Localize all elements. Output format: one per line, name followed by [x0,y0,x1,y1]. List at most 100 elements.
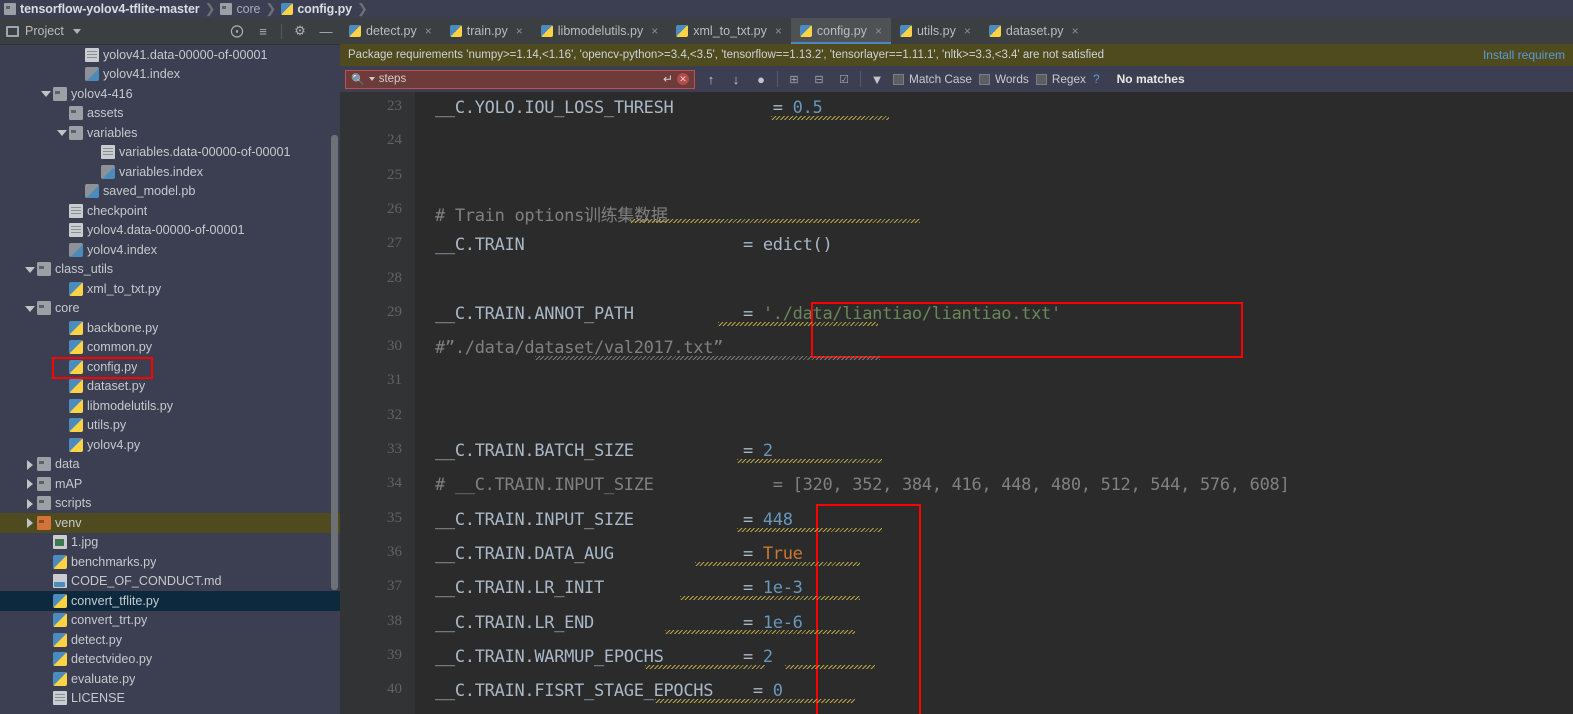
chevron-right-icon[interactable] [24,459,35,470]
tree-item-label: yolov4-416 [71,86,133,101]
code-line[interactable]: __C.TRAIN.DATA_AUG = True [435,544,803,564]
chevron-down-icon[interactable] [24,264,35,275]
project-panel-title-group[interactable]: Project [6,24,81,38]
tree-item-scripts[interactable]: scripts [0,494,340,514]
code-line[interactable]: __C.TRAIN.BATCH_SIZE = 2 [435,441,773,461]
chevron-right-icon[interactable] [24,498,35,509]
select-lines-icon[interactable]: ☑ [835,73,853,86]
project-tree-scrollbar[interactable] [331,135,338,590]
tree-item-dataset-py[interactable]: dataset.py [0,377,340,397]
enter-icon[interactable]: ↵ [663,72,673,86]
tree-item-mAP[interactable]: mAP [0,474,340,494]
code-line[interactable]: __C.TRAIN.ANNOT_PATH = './data/liantiao/… [435,304,1061,324]
close-icon[interactable]: × [775,24,782,38]
editor-tab-libmodelutils-py[interactable]: libmodelutils.py × [532,18,667,44]
tree-item-backbone-py[interactable]: backbone.py [0,318,340,338]
tree-item-detectvideo-py[interactable]: detectvideo.py [0,650,340,670]
chevron-down-icon[interactable] [72,28,81,34]
install-requirements-link[interactable]: Install requirem [1483,48,1565,62]
tree-item-utils-py[interactable]: utils.py [0,416,340,436]
tree-item-variables-data-00000-of-00001[interactable]: variables.data-00000-of-00001 [0,143,340,163]
editor-tab-xml_to_txt-py[interactable]: xml_to_txt.py × [667,18,791,44]
tree-item-yolov4-index[interactable]: yolov4.index [0,240,340,260]
tree-item-1-jpg[interactable]: 1.jpg [0,533,340,553]
tree-item-benchmarks-py[interactable]: benchmarks.py [0,552,340,572]
filter-icon[interactable]: ▼ [868,72,886,87]
code-line[interactable]: # __C.TRAIN.INPUT_SIZE = [320, 352, 384,… [435,475,1290,495]
code-editor[interactable]: 23 24 25 26 27 28 29 30 31 32 33 34 35 36 37 38 39 40 __C… [340,92,1573,714]
editor-tab-train-py[interactable]: train.py × [441,18,532,44]
tree-item-libmodelutils-py[interactable]: libmodelutils.py [0,396,340,416]
code-line[interactable]: __C.TRAIN.WARMUP_EPOCHS = 2 [435,647,773,667]
tree-item-convert_trt-py[interactable]: convert_trt.py [0,611,340,631]
expand-icon[interactable]: ≡ [255,23,271,39]
regex-checkbox[interactable]: Regex [1035,72,1086,86]
close-icon[interactable]: × [425,24,432,38]
tree-item-detect-py[interactable]: detect.py [0,630,340,650]
editor-tab-utils-py[interactable]: utils.py × [891,18,980,44]
tree-item-evaluate-py[interactable]: evaluate.py [0,669,340,689]
chevron-right-icon[interactable] [24,517,35,529]
tree-item-common-py[interactable]: common.py [0,338,340,358]
minimize-icon[interactable]: — [318,23,334,39]
collapse-icon[interactable]: ⨀ [229,23,245,39]
tree-item-CODE_OF_CONDUCT-md[interactable]: CODE_OF_CONDUCT.md [0,572,340,592]
chevron-down-icon[interactable] [24,303,35,314]
python-icon [69,418,83,433]
close-icon[interactable]: × [651,24,658,38]
tree-item-config-py[interactable]: config.py [0,357,340,377]
editor-tab-detect-py[interactable]: detect.py × [340,18,441,44]
tree-item-convert_tflite-py[interactable]: convert_tflite.py [0,591,340,611]
close-icon[interactable]: × [964,24,971,38]
close-icon[interactable]: × [875,24,882,38]
close-icon[interactable]: ✕ [677,73,689,85]
editor-tab-dataset-py[interactable]: dataset.py × [980,18,1088,44]
remove-line-icon[interactable]: ⊟ [810,73,828,86]
tree-item-checkpoint[interactable]: checkpoint [0,201,340,221]
tree-item-data[interactable]: data [0,455,340,475]
tree-item-variables[interactable]: variables [0,123,340,143]
tree-item-label: convert_tflite.py [71,593,160,608]
code-line[interactable]: __C.TRAIN = edict() [435,235,833,255]
select-all-occurrences-icon[interactable]: ● [752,72,770,87]
project-tree[interactable]: yolov41.data-00000-of-00001 yolov41.index… [0,45,340,714]
tree-item-yolov4-data-00000-of-00001[interactable]: yolov4.data-00000-of-00001 [0,221,340,241]
breadcrumb-item-core[interactable]: core [220,2,261,16]
line-number: 37 [387,578,402,595]
tree-item-LICENSE[interactable]: LICENSE [0,689,340,709]
tree-item-assets[interactable]: assets [0,104,340,124]
breadcrumb-item-file[interactable]: config.py [281,2,352,16]
add-line-icon[interactable]: ⊞ [785,73,803,86]
tree-item-core[interactable]: core [0,299,340,319]
tree-item-class_utils[interactable]: class_utils [0,260,340,280]
find-previous-icon[interactable]: ↑ [702,72,720,87]
tree-item-venv[interactable]: venv [0,513,340,533]
search-input[interactable]: 🔍 steps ↵ ✕ [345,69,695,89]
close-icon[interactable]: × [516,24,523,38]
breadcrumb-item-project[interactable]: tensorflow-yolov4-tflite-master [4,2,200,16]
tree-item-yolov41-data-00000-of-00001[interactable]: yolov41.data-00000-of-00001 [0,45,340,65]
editor-tab-config-py[interactable]: config.py × [790,18,892,44]
tree-item-variables-index[interactable]: variables.index [0,162,340,182]
words-checkbox[interactable]: Words [978,72,1029,86]
chevron-down-icon[interactable] [56,127,67,138]
tree-item-yolov4-py[interactable]: yolov4.py [0,435,340,455]
tree-item-xml_to_txt-py[interactable]: xml_to_txt.py [0,279,340,299]
code-line[interactable]: __C.YOLO.IOU_LOSS_THRESH = 0.5 [435,98,823,118]
close-icon[interactable]: × [1072,24,1079,38]
editor-tab-bar[interactable]: detect.py × train.py × libmodelutils.py × xml_… [340,18,1573,44]
inspection-squiggle [771,116,889,120]
chevron-down-icon[interactable] [40,88,51,99]
tree-item-yolov4-416[interactable]: yolov4-416 [0,84,340,104]
tree-item-saved_model-pb[interactable]: saved_model.pb [0,182,340,202]
chevron-right-icon[interactable] [24,478,35,490]
chevron-down-icon[interactable] [368,77,375,81]
code-line[interactable]: __C.TRAIN.INPUT_SIZE = 448 [435,510,793,530]
help-icon[interactable]: ? [1093,72,1100,86]
gear-icon[interactable]: ⚙ [292,23,308,39]
find-next-icon[interactable]: ↓ [727,72,745,87]
tree-item-label: benchmarks.py [71,554,157,569]
tree-item-yolov41-index[interactable]: yolov41.index [0,65,340,85]
match-case-checkbox[interactable]: Match Case [893,72,972,86]
